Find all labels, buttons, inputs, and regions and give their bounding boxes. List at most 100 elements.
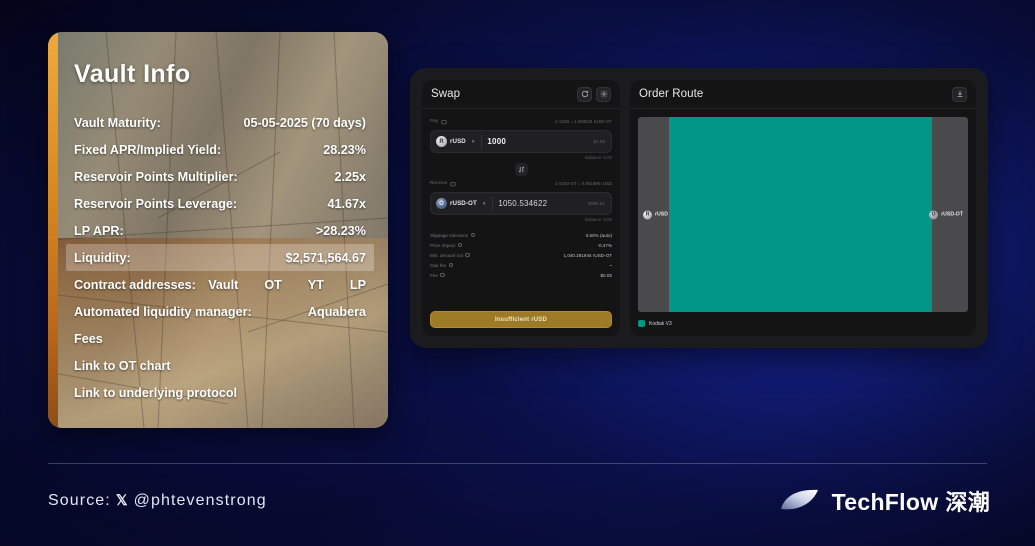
swap-panel-header: Swap <box>422 80 620 109</box>
vault-row-label: Liquidity: <box>74 250 131 265</box>
gear-icon[interactable] <box>596 86 611 102</box>
swap-pay-rate: 1 rUSD = 1.050534 rUSD-OT <box>554 119 612 124</box>
legend-color-swatch <box>638 320 645 327</box>
detail-label: Price impact <box>430 242 456 248</box>
contract-link-ot[interactable]: OT <box>264 278 282 292</box>
detail-value: 0.50% (auto) <box>585 232 612 238</box>
info-icon[interactable] <box>465 252 470 258</box>
vault-card-title: Vault Info <box>74 60 191 88</box>
vault-row-label[interactable]: Link to underlying protocol <box>66 386 237 400</box>
wallet-icon <box>441 119 447 124</box>
vault-row-label[interactable]: Link to OT chart <box>66 359 171 373</box>
swap-pay-usd-value: $1.00 <box>593 139 606 144</box>
vault-row-lp-apr: LP APR: >28.23% <box>66 217 374 244</box>
swap-receive-field[interactable]: O rUSD-OT ▾ 1050.534622 $995.61 <box>430 192 612 215</box>
info-icon[interactable] <box>470 232 476 238</box>
vault-row-fixed-apr: Fixed APR/Implied Yield: 28.23% <box>66 136 374 163</box>
swap-receive-token-name: rUSD-OT <box>450 200 477 207</box>
contract-link-lp[interactable]: LP <box>350 278 366 292</box>
swap-pay-meta: Pay 1 rUSD = 1.050534 rUSD-OT <box>430 116 612 127</box>
swap-panel-body: Pay 1 rUSD = 1.050534 rUSD-OT R rUSD ▾ 1… <box>422 109 620 336</box>
detail-value: -0.47% <box>597 242 612 248</box>
order-route-body: R rUSD O rUSD-OT Kodiak V3 <box>630 109 976 336</box>
brand-name-en: TechFlow <box>831 489 939 515</box>
vault-row-value: 28.23% <box>323 142 366 157</box>
detail-label: Slippage tolerance <box>430 232 469 238</box>
contract-address-links: Vault OT YT LP <box>208 278 366 292</box>
info-icon[interactable] <box>448 262 454 268</box>
swap-vertical-icon[interactable] <box>514 163 528 176</box>
contract-link-yt[interactable]: YT <box>308 278 324 292</box>
vault-row-ot-chart-link: Link to OT chart <box>66 352 374 379</box>
route-node-from: R rUSD <box>643 210 668 219</box>
vault-row-label: Reservoir Points Multiplier: <box>74 169 238 184</box>
vault-row-maturity: Vault Maturity: 05-05-2025 (70 days) <box>66 109 374 136</box>
contract-link-vault[interactable]: Vault <box>208 278 238 292</box>
swap-receive-amount-output: 1050.534622 <box>498 199 548 208</box>
detail-value: ~ <box>609 262 612 268</box>
source-prefix: Source: <box>48 492 111 509</box>
swap-direction-row <box>430 163 612 176</box>
swap-panel-title: Swap <box>431 88 461 100</box>
detail-value: $0.00 <box>600 272 613 278</box>
route-path-kodiak-v3 <box>669 117 932 312</box>
field-divider <box>481 134 483 149</box>
field-divider <box>492 196 494 211</box>
vault-row-label: Fixed APR/Implied Yield: <box>74 142 222 157</box>
swap-details-list: Slippage tolerance 0.50% (auto) Price im… <box>430 231 612 279</box>
vault-row-underlying-protocol-link: Link to underlying protocol <box>66 379 374 406</box>
route-from-label: rUSD <box>655 211 668 218</box>
route-diagram: R rUSD O rUSD-OT <box>638 117 968 312</box>
swap-receive-rate: 1 rUSD-OT = 0.951896 rUSD <box>554 181 612 186</box>
vault-row-label: LP APR: <box>74 223 124 238</box>
rusd-ot-token-icon: O <box>436 198 447 209</box>
vault-row-label: Fees <box>74 331 103 346</box>
order-route-title: Order Route <box>639 88 704 100</box>
legend-label: Kodiak V3 <box>649 320 672 327</box>
detail-row-price-impact: Price impact -0.47% <box>430 241 612 249</box>
techflow-logo-icon <box>780 489 818 510</box>
detail-value: 1,040.281944 rUSD-OT <box>563 252 612 258</box>
dapp-window: Swap Pay 1 rUSD = 1.050534 rUSD-OT R rUS… <box>410 68 988 348</box>
source-attribution: Source: 𝕏 @phtevenstrong <box>48 492 267 510</box>
swap-receive-balance: Balance: 0.00 <box>585 217 612 222</box>
source-handle: @phtevenstrong <box>133 492 267 509</box>
swap-receive-label: Receive <box>430 180 448 186</box>
footer-divider <box>48 463 987 464</box>
chevron-down-icon[interactable]: ▾ <box>483 201 486 207</box>
swap-panel: Swap Pay 1 rUSD = 1.050534 rUSD-OT R rUS… <box>422 80 620 336</box>
swap-receive-usd-value: $995.61 <box>588 201 605 206</box>
swap-pay-amount-input[interactable]: 1000 <box>487 137 588 146</box>
techflow-wordmark: TechFlow 深潮 <box>832 485 990 517</box>
swap-pay-token-name: rUSD <box>450 138 466 145</box>
info-icon[interactable] <box>457 242 463 248</box>
vault-row-value: $2,571,564.67 <box>285 250 366 265</box>
wallet-icon <box>450 181 456 186</box>
vault-row-fees: Fees <box>66 325 374 352</box>
vault-row-value[interactable]: Aquabera <box>308 305 366 319</box>
vault-row-value: >28.23% <box>315 223 366 238</box>
info-icon[interactable] <box>440 272 445 278</box>
vault-row-liquidity-manager: Automated liquidity manager: Aquabera <box>66 298 374 325</box>
vault-row-liquidity: Liquidity: $2,571,564.67 <box>66 244 374 271</box>
swap-receive-token-selector[interactable]: O rUSD-OT <box>436 198 477 209</box>
rusd-ot-token-icon: O <box>929 210 939 219</box>
swap-pay-token-selector[interactable]: R rUSD <box>436 136 466 147</box>
download-icon[interactable] <box>952 86 967 102</box>
refresh-icon[interactable] <box>577 86 592 102</box>
vault-row-label: Automated liquidity manager: <box>74 304 252 319</box>
detail-row-fee: Fee $0.00 <box>430 271 612 279</box>
rusd-token-icon: R <box>643 210 652 219</box>
vault-row-value: 05-05-2025 (70 days) <box>243 115 366 130</box>
detail-label: Fee <box>430 272 438 278</box>
vault-row-label: Reservoir Points Leverage: <box>74 196 238 211</box>
chevron-down-icon[interactable]: ▾ <box>472 139 475 145</box>
swap-submit-button[interactable]: Insufficient rUSD <box>430 311 612 328</box>
vault-row-value: 41.67x <box>327 196 366 211</box>
vault-row-points-leverage: Reservoir Points Leverage: 41.67x <box>66 190 374 217</box>
swap-pay-label: Pay <box>430 118 439 124</box>
footer: Source: 𝕏 @phtevenstrong TechFlow 深潮 <box>48 482 990 520</box>
swap-pay-field[interactable]: R rUSD ▾ 1000 $1.00 <box>430 130 612 153</box>
vault-info-card: Vault Info Vault Maturity: 05-05-2025 (7… <box>48 32 388 428</box>
vault-row-points-multiplier: Reservoir Points Multiplier: 2.25x <box>66 163 374 190</box>
